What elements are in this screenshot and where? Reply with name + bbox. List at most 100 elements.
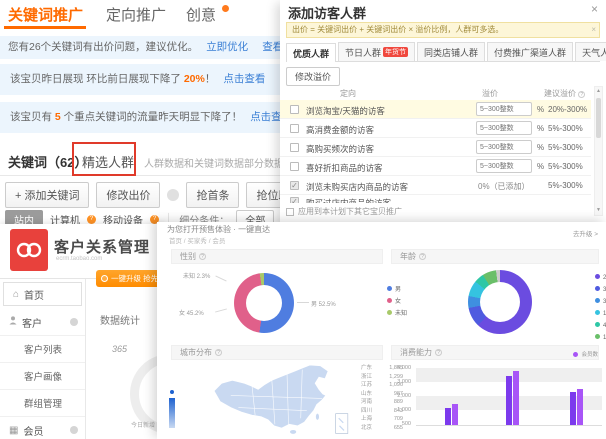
y-axis-tick: 1,000 bbox=[397, 407, 411, 413]
suggest-info-icon: ? bbox=[578, 91, 585, 98]
panel-header-age: 年龄 ? bbox=[391, 249, 599, 264]
scrollbar-thumb[interactable] bbox=[596, 98, 601, 138]
legend-item: 18-24岁 bbox=[595, 308, 606, 317]
y-axis-tick: 2,000 bbox=[397, 393, 411, 399]
optimize-now-link[interactable]: 立即优化 bbox=[206, 41, 248, 53]
collapse-dot-icon[interactable] bbox=[70, 426, 78, 434]
premium-input[interactable] bbox=[476, 159, 532, 173]
tab-targeting-promotion[interactable]: 定向推广 bbox=[106, 4, 166, 25]
row-checkbox[interactable] bbox=[290, 105, 299, 114]
dialog-scrollbar[interactable]: ▲ ▼ bbox=[594, 86, 603, 216]
suggest-range: 20%-300% bbox=[548, 105, 587, 114]
row-checkbox[interactable] bbox=[290, 162, 299, 171]
tab-paid-channel-crowd[interactable]: 付费推广渠道人群 bbox=[487, 42, 573, 61]
bar-chart-y-axis: 4,0003,0002,0001,000500 bbox=[387, 368, 413, 430]
crowd-name: 喜好折扣商品的访客 bbox=[306, 162, 383, 174]
column-suggest-label: 建议溢价 bbox=[544, 89, 576, 98]
dialog-close-icon[interactable]: × bbox=[591, 2, 598, 16]
creative-badge-dot bbox=[222, 5, 229, 12]
panel-title: 城市分布 bbox=[180, 347, 212, 358]
impression-view-link[interactable]: 点击查看 bbox=[223, 73, 265, 85]
panel-header-consumption: 消费能力 ? bbox=[391, 345, 599, 360]
row-checkbox[interactable] bbox=[290, 124, 299, 133]
notice-bid-text: 您有26个关键词有出价问题，建议优化。 bbox=[8, 41, 198, 53]
notice-close-icon[interactable]: × bbox=[591, 23, 596, 37]
scroll-up-icon[interactable]: ▲ bbox=[595, 87, 602, 96]
crowd-name: 购买过店内商品的访客 bbox=[306, 197, 391, 203]
scroll-down-icon[interactable]: ▼ bbox=[595, 206, 602, 215]
sidebar-item-group-manage[interactable]: 群组管理 bbox=[0, 390, 85, 417]
suggest-range: 5%-300% bbox=[548, 124, 583, 133]
legend-dot bbox=[387, 298, 392, 303]
tab-festival-crowd[interactable]: 节日人群年货节 bbox=[338, 42, 415, 61]
sidebar-item-label: 群组管理 bbox=[24, 396, 62, 410]
row-checkbox[interactable] bbox=[290, 143, 299, 152]
crowd-data-hint: 人群数据和关键词数据部分数据重合 bbox=[144, 155, 280, 170]
percent-sign: % bbox=[537, 105, 544, 114]
sidebar-item-label: 首页 bbox=[24, 287, 44, 302]
legend-item: 女 bbox=[387, 296, 407, 305]
active-tab-underline bbox=[4, 26, 86, 29]
visualmap-gradient-bar bbox=[169, 398, 175, 428]
premium-input[interactable] bbox=[476, 140, 532, 154]
apply-checkbox[interactable] bbox=[286, 208, 294, 216]
collapse-dot-icon[interactable] bbox=[70, 318, 78, 326]
legend-dot bbox=[387, 286, 392, 291]
tab-weather-crowd[interactable]: 天气人群 bbox=[575, 42, 606, 61]
modify-premium-button[interactable]: 修改溢价 bbox=[286, 67, 340, 86]
infinity-cloud-icon bbox=[15, 240, 43, 260]
premium-formula-notice: 出价 = 关键词出价 + 关键词出价 × 溢价比例，人群可多选。 × bbox=[286, 22, 600, 38]
keyword-toolbar: + 添加关键词 修改出价 抢首条 抢位助手 ▾ bbox=[5, 182, 295, 208]
crm-title: 客户关系管理 bbox=[54, 236, 150, 257]
age-legend-clipped: 25-29岁 30-34岁 35-39岁 18-24岁 40岁以上 18岁以下 bbox=[595, 272, 606, 341]
tab-quality-crowd[interactable]: 优质人群 bbox=[286, 43, 336, 62]
add-visitor-crowd-dialog: 添加访客人群 × 出价 = 关键词出价 + 关键词出价 × 溢价比例，人群可多选… bbox=[280, 0, 606, 230]
legend-dot bbox=[595, 322, 600, 327]
notice-bid-issue: 您有26个关键词有出价问题，建议优化。立即优化查看全账户出价 bbox=[0, 36, 292, 59]
sidebar-item-label: 客户 bbox=[22, 315, 42, 330]
impression-drop-value: 20% bbox=[184, 73, 205, 85]
tab-creative[interactable]: 创意 bbox=[186, 4, 216, 25]
percent-sign: % bbox=[537, 143, 544, 152]
tab-keyword-promotion[interactable]: 关键词推广 bbox=[8, 4, 83, 25]
tab-label: 付费推广渠道人群 bbox=[494, 46, 566, 59]
list-tabs-row: 关键词（62） 精选人群 人群数据和关键词数据部分数据重合 bbox=[0, 146, 292, 176]
impression-drop-text: 该宝贝昨日展现 环比前日展现下降了 bbox=[10, 73, 184, 85]
modify-bid-button[interactable]: 修改出价 bbox=[96, 182, 160, 208]
sidebar-item-home[interactable]: ⌂ 首页 bbox=[3, 282, 82, 306]
notice-impression-drop: 该宝贝昨日展现 环比前日展现下降了 20%！点击查看 bbox=[0, 64, 292, 95]
info-icon: ? bbox=[435, 349, 442, 356]
add-keyword-button[interactable]: + 添加关键词 bbox=[5, 182, 89, 208]
bar-上期-高 bbox=[570, 392, 576, 425]
legend-item: 未知 bbox=[387, 308, 407, 317]
legend-dot bbox=[595, 274, 600, 279]
row-checkbox-checked[interactable]: ✓ bbox=[290, 181, 299, 190]
percent-sign: % bbox=[537, 162, 544, 171]
legend-label: 男 bbox=[395, 284, 401, 293]
legend-dot bbox=[387, 310, 392, 315]
premium-input[interactable] bbox=[476, 121, 532, 135]
upgrade-link[interactable]: 去升级 > bbox=[573, 228, 598, 238]
help-circle-icon bbox=[167, 189, 179, 201]
legend-label: 会员数 bbox=[581, 350, 598, 358]
tab-similar-shop-crowd[interactable]: 同类店铺人群 bbox=[417, 42, 485, 61]
grab-first-button[interactable]: 抢首条 bbox=[186, 182, 239, 208]
label-line bbox=[297, 302, 309, 303]
legend-item: 40岁以上 bbox=[595, 320, 606, 329]
sidebar-item-label: 客户列表 bbox=[24, 342, 62, 356]
row-checkbox-checked[interactable]: ✓ bbox=[290, 197, 299, 203]
sidebar-item-customer-profile[interactable]: 客户画像 bbox=[0, 363, 85, 390]
member-charts-window: 为您打开预售体验 · 一键直达 首页 / 买家秀 / 会员 去升级 > 性别 ?… bbox=[157, 222, 606, 439]
sidebar-item-customer[interactable]: 客户 bbox=[0, 309, 85, 336]
bar-上期-中 bbox=[506, 376, 512, 425]
pc-info-icon: ? bbox=[87, 215, 96, 224]
sidebar-item-customer-list[interactable]: 客户列表 bbox=[0, 336, 85, 363]
y-axis-tick: 4,000 bbox=[397, 365, 411, 371]
premium-input[interactable] bbox=[476, 102, 532, 116]
legend-item: 男 bbox=[387, 284, 407, 293]
sidebar-item-member[interactable]: ▦ 会员 bbox=[0, 417, 85, 439]
grid-icon: ▦ bbox=[9, 425, 18, 436]
panel-title: 年龄 bbox=[400, 251, 416, 262]
window-top-note: 为您打开预售体验 · 一键直达 bbox=[167, 224, 270, 235]
table-row: 浏览淘宝/天猫的访客 % 20%-300% bbox=[280, 100, 591, 119]
